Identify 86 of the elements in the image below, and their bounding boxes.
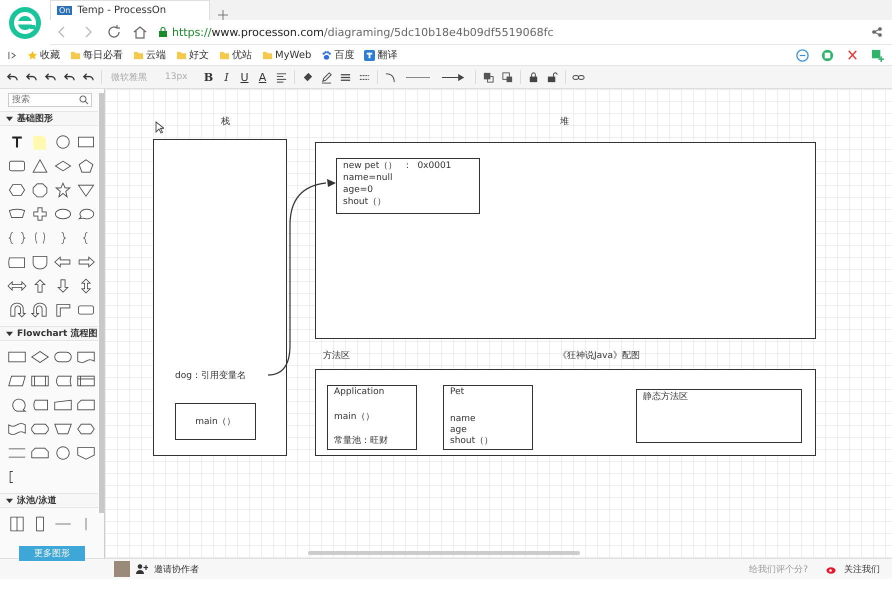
main-frame-box[interactable]: main（）	[175, 403, 256, 440]
heap-box[interactable]	[315, 142, 816, 339]
paw-icon	[321, 50, 332, 60]
connector-curve-icon[interactable]	[384, 70, 396, 84]
folder-icon	[262, 50, 273, 60]
static-area-box[interactable]: 静态方法区	[636, 389, 802, 443]
class-title: Application	[334, 387, 386, 398]
object-header: new pet（） : 0x0001	[343, 160, 452, 172]
url-text: https://www.processon.com/diagraming/5dc10b18e4b09df5519068fc	[172, 26, 554, 38]
method-area-label: 方法区	[323, 350, 350, 362]
invite-link[interactable]: 邀请协作者	[154, 562, 199, 576]
minus-circle-icon[interactable]	[796, 48, 809, 62]
section-title: 泳池/泳道	[17, 494, 56, 507]
object-box[interactable]: new pet（） : 0x0001 name=null age=0 shout（）	[336, 158, 480, 214]
search-icon[interactable]	[79, 95, 89, 105]
class-box[interactable]: Pet name age shout（）	[443, 385, 533, 450]
class-member: age	[450, 425, 468, 436]
undo-icon[interactable]	[6, 70, 19, 84]
class-member: main（）	[334, 412, 376, 422]
reference-label: dog：引用变量名	[175, 370, 246, 382]
heap-label: 堆	[560, 116, 569, 128]
cursor-icon	[155, 121, 164, 134]
section-header[interactable]: Flowchart 流程图	[0, 326, 98, 341]
scrollbar[interactable]	[99, 93, 104, 513]
align-icon[interactable]	[274, 70, 288, 84]
caption-label: 《狂神说Java》配图	[558, 350, 640, 362]
bookmark-item[interactable]: 每日必看	[70, 48, 123, 62]
diagram-canvas[interactable]: 栈 堆 new pet（） : 0x0001 name=null age=0 shout（） dog：引用变量名 main（） 方法区 《狂神说Java》配图 Application main（） 常量池：旺财 Pet name age shout（） 静态方法区	[105, 89, 892, 558]
lock-icon	[158, 27, 168, 37]
object-field: age=0	[343, 184, 473, 196]
search-field[interactable]: 搜索	[8, 93, 92, 107]
share-icon[interactable]	[872, 27, 882, 37]
folder-icon	[133, 50, 144, 60]
app-icon	[364, 50, 376, 60]
unlock-icon[interactable]	[546, 70, 558, 84]
folder-icon	[70, 50, 81, 60]
section-title: 基础图形	[17, 112, 53, 125]
reload-icon[interactable]	[106, 24, 122, 40]
stack-label: 栈	[221, 116, 230, 128]
undo-icon[interactable]	[44, 70, 57, 84]
follow-link[interactable]: 关注我们	[844, 562, 880, 576]
class-title: Pet	[450, 387, 466, 398]
class-member: name	[450, 414, 477, 425]
pen-icon[interactable]	[320, 70, 332, 84]
bookmark-item[interactable]: 翻译	[364, 48, 398, 62]
tab-title: Temp - ProcessOn	[77, 5, 166, 16]
bold-button[interactable]: B	[202, 70, 214, 84]
new-tab-icon[interactable]	[218, 10, 228, 20]
stack-box[interactable]	[153, 139, 287, 456]
bookmark-item[interactable]: 好文	[176, 48, 209, 62]
caret-icon	[6, 115, 13, 122]
sidebar-toggle-icon[interactable]	[8, 50, 17, 60]
scissors-icon[interactable]	[846, 48, 859, 62]
section-header[interactable]: 泳池/泳道	[0, 493, 98, 508]
send-back-icon[interactable]	[500, 70, 514, 84]
favicon-badge: On	[57, 6, 72, 15]
section-header[interactable]: 基础图形	[0, 111, 98, 126]
object-field: name=null	[343, 172, 473, 184]
object-field: shout（）	[343, 196, 473, 208]
folder-icon	[219, 50, 230, 60]
underline-button[interactable]: U	[238, 70, 250, 84]
class-box[interactable]: Application main（） 常量池：旺财	[327, 385, 417, 450]
add-icon[interactable]	[871, 48, 884, 62]
frame-label: main（）	[195, 416, 236, 428]
address-bar[interactable]: https://www.processon.com/diagraming/5dc10b18e4b09df5519068fc	[158, 26, 862, 38]
caret-icon	[6, 330, 13, 337]
bookmark-item[interactable]: 百度	[321, 48, 354, 62]
caret-icon	[6, 497, 13, 504]
folder-icon	[176, 50, 187, 60]
extension-icon[interactable]	[821, 48, 834, 62]
add-user-icon[interactable]	[136, 563, 148, 575]
scrollbar[interactable]	[308, 551, 580, 555]
class-member: 常量池：旺财	[334, 436, 389, 447]
static-area-label: 静态方法区	[643, 392, 688, 402]
bring-front-icon[interactable]	[482, 70, 494, 84]
bookmark-item[interactable]: MyWeb	[262, 50, 312, 60]
star-icon	[27, 50, 38, 60]
bookmark-item[interactable]: 云端	[133, 48, 166, 62]
italic-button[interactable]: I	[220, 70, 232, 84]
bookmark-item[interactable]: 收藏	[27, 48, 60, 62]
section-title: Flowchart 流程图	[17, 327, 98, 340]
class-member: shout（）	[450, 436, 494, 447]
font-color-button[interactable]: A	[256, 70, 268, 84]
home-icon[interactable]	[132, 24, 148, 40]
browser-tab[interactable]: On Temp - ProcessOn	[50, 0, 210, 20]
bookmark-item[interactable]: 优站	[219, 48, 252, 62]
